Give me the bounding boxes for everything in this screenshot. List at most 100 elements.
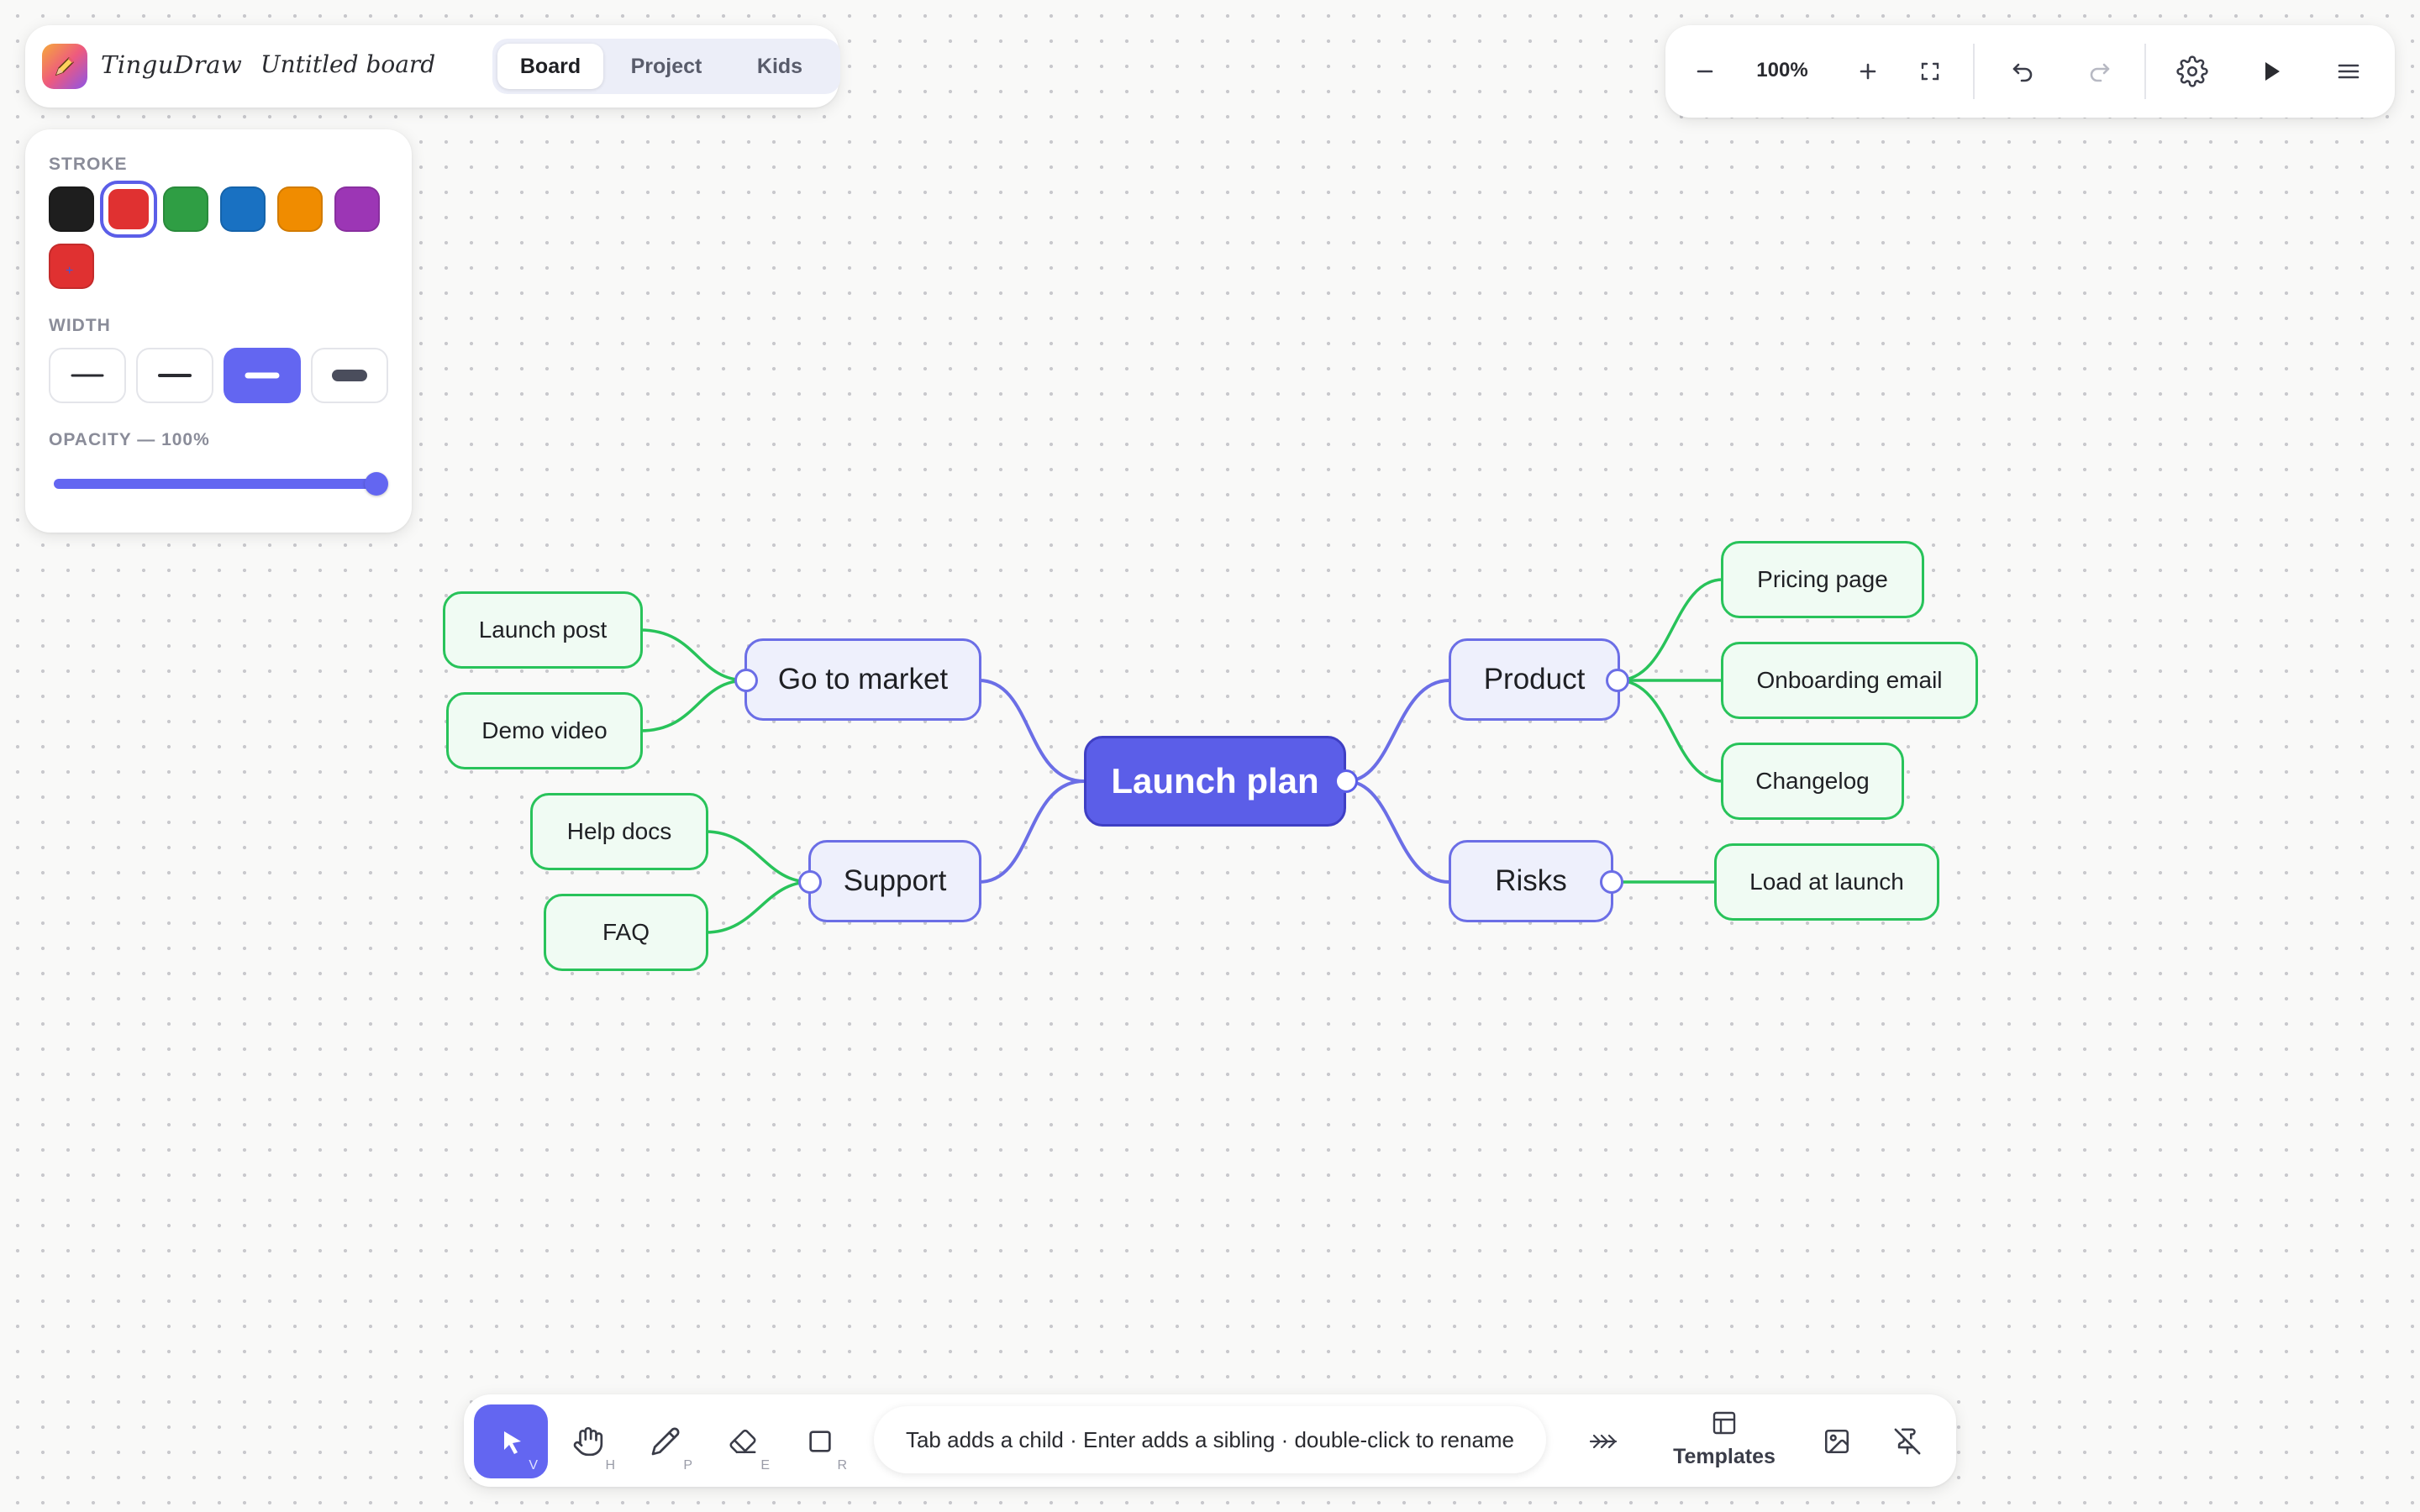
- tool-select[interactable]: V: [474, 1404, 548, 1478]
- leaf-node-pricing-page[interactable]: Pricing page: [1721, 541, 1924, 618]
- board-title[interactable]: Untitled board: [260, 50, 435, 78]
- tab-board[interactable]: Board: [497, 44, 603, 89]
- keyboard-hint-tooltip: Tab adds a child · Enter adds a sibling …: [874, 1406, 1546, 1473]
- shortcut-e: E: [760, 1458, 770, 1473]
- shortcut-v: V: [529, 1458, 538, 1473]
- tool-connector[interactable]: [1566, 1404, 1640, 1478]
- opacity-slider-track[interactable]: [54, 479, 376, 489]
- mode-tabs: Board Project Kids: [492, 39, 840, 94]
- width-extra-bold-button[interactable]: [311, 348, 388, 403]
- width-regular-button[interactable]: [136, 348, 213, 403]
- zoom-out-icon: [1697, 70, 1713, 73]
- shortcut-p: P: [683, 1458, 692, 1473]
- unpin-button[interactable]: [1870, 1404, 1944, 1478]
- tab-kids[interactable]: Kids: [729, 44, 830, 89]
- leaf-node-onboarding-email[interactable]: Onboarding email: [1721, 642, 1978, 719]
- insert-image-button[interactable]: [1800, 1404, 1874, 1478]
- rectangle-icon: [809, 1431, 831, 1452]
- app-name: TinguDraw: [101, 50, 243, 79]
- pencil-logo-icon: [55, 56, 75, 76]
- leaf-node-launch-post[interactable]: Launch post: [443, 591, 643, 669]
- regular-line-icon: [158, 374, 192, 377]
- edge-faq: [704, 880, 812, 934]
- swatch-orange[interactable]: [277, 186, 323, 232]
- undo-button[interactable]: [2000, 49, 2045, 94]
- branch-node-product[interactable]: Product: [1449, 638, 1620, 721]
- tool-hand[interactable]: H: [551, 1404, 625, 1478]
- edge-root-go-to-market: [977, 679, 1086, 783]
- branch-node-risks[interactable]: Risks: [1449, 840, 1613, 922]
- app-logo: [42, 44, 87, 89]
- leaf-node-help-docs[interactable]: Help docs: [530, 793, 708, 870]
- branch-handle-support[interactable]: [798, 870, 822, 894]
- branch-node-support[interactable]: Support: [808, 840, 981, 922]
- custom-color-button[interactable]: +: [49, 244, 94, 289]
- present-button[interactable]: [2249, 49, 2294, 94]
- swatch-purple[interactable]: [334, 186, 380, 232]
- cursor-arrow-icon: [504, 1431, 521, 1454]
- edge-root-risks: [1344, 780, 1451, 884]
- image-icon: [1824, 1429, 1849, 1454]
- play-icon: [2265, 62, 2280, 81]
- width-label: WIDTH: [49, 316, 111, 335]
- edge-help-docs: [704, 830, 812, 884]
- edge-demo-video: [639, 679, 748, 732]
- leaf-node-demo-video[interactable]: Demo video: [446, 692, 643, 769]
- tool-eraser[interactable]: E: [706, 1404, 780, 1478]
- root-connector-handle[interactable]: [1334, 769, 1358, 793]
- app-header: TinguDraw Untitled board Board Project K…: [25, 25, 840, 108]
- branch-node-go-to-market[interactable]: Go to market: [744, 638, 981, 721]
- thin-line-icon: [71, 374, 104, 377]
- edge-root-product: [1344, 679, 1451, 783]
- tool-pen[interactable]: P: [629, 1404, 702, 1478]
- swatch-black[interactable]: [49, 186, 94, 232]
- redo-button[interactable]: [2077, 49, 2123, 94]
- template-layout-icon: [1712, 1411, 1736, 1435]
- style-panel: STROKE + WIDTH OPACITY — 100%: [25, 129, 412, 533]
- tool-rectangle[interactable]: R: [783, 1404, 857, 1478]
- custom-color-plus: +: [66, 264, 74, 278]
- shortcut-r: R: [837, 1458, 847, 1473]
- swatch-red-selected[interactable]: [100, 181, 157, 238]
- templates-button[interactable]: Templates: [1657, 1404, 1791, 1478]
- opacity-label: OPACITY — 100%: [49, 430, 210, 449]
- top-toolbar: 100%: [1665, 25, 2395, 118]
- fit-screen-icon: [1921, 62, 1939, 81]
- fit-screen-button[interactable]: [1907, 49, 1953, 94]
- swatch-blue[interactable]: [220, 186, 266, 232]
- edge-root-support: [977, 780, 1086, 884]
- menu-icon: [2338, 64, 2360, 79]
- branch-handle-go-to-market[interactable]: [734, 669, 758, 692]
- extra-bold-line-icon: [332, 370, 367, 381]
- leaf-node-load-at-launch[interactable]: Load at launch: [1714, 843, 1939, 921]
- leaf-node-faq[interactable]: FAQ: [544, 894, 708, 971]
- opacity-slider-thumb[interactable]: [365, 472, 388, 496]
- pin-off-icon: [1894, 1428, 1921, 1455]
- settings-button[interactable]: [2170, 49, 2215, 94]
- undo-icon: [2012, 63, 2033, 82]
- root-node-launch-plan[interactable]: Launch plan: [1084, 736, 1346, 827]
- main-menu-button[interactable]: [2326, 49, 2371, 94]
- branch-handle-risks[interactable]: [1600, 870, 1623, 894]
- zoom-in-icon: [1860, 63, 1876, 80]
- connector-arrows-icon: [1589, 1434, 1618, 1449]
- zoom-in-button[interactable]: [1845, 49, 1891, 94]
- branch-handle-product[interactable]: [1606, 669, 1629, 692]
- shortcut-h: H: [605, 1458, 615, 1473]
- toolbar-divider: [1973, 44, 1975, 99]
- leaf-node-changelog[interactable]: Changelog: [1721, 743, 1904, 820]
- edge-pricing-page: [1616, 578, 1724, 682]
- bottom-toolbar: V H P E R Tab adds a child · Enter adds …: [464, 1394, 1956, 1487]
- stroke-label: STROKE: [49, 155, 128, 174]
- hand-icon: [573, 1426, 603, 1457]
- zoom-out-button[interactable]: [1682, 49, 1728, 94]
- width-bold-button[interactable]: [224, 348, 301, 403]
- swatch-green[interactable]: [163, 186, 208, 232]
- eraser-icon: [729, 1429, 756, 1454]
- tab-project[interactable]: Project: [608, 44, 724, 89]
- settings-icon: [2176, 55, 2208, 87]
- width-thin-button[interactable]: [49, 348, 126, 403]
- edge-changelog: [1616, 679, 1724, 783]
- toolbar-divider: [2144, 44, 2146, 99]
- zoom-level[interactable]: 100%: [1736, 59, 1828, 82]
